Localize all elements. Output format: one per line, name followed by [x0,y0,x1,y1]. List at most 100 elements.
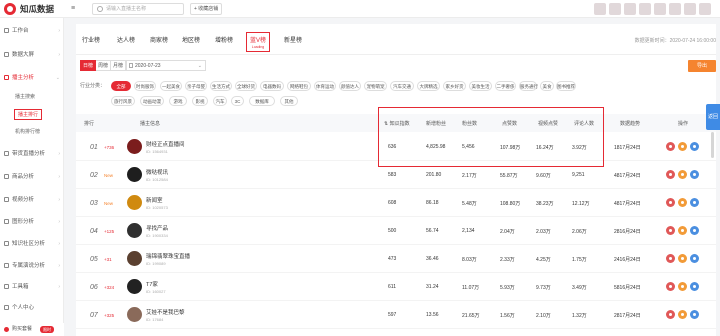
sidebar-item-video-analysis[interactable]: 视频分析 › [0,193,64,207]
favorite-icon[interactable] [666,310,675,319]
avatar[interactable] [127,195,142,210]
category-chip[interactable]: 体育运动 [314,81,336,91]
sidebar-item-profile[interactable]: 个人中心 [0,301,64,315]
menu-collapse-icon[interactable]: ≡ [71,4,75,13]
trend-cell[interactable]: 2816月24日 [614,228,641,235]
category-chip[interactable]: 网络鞋包 [287,81,311,91]
user-avatar[interactable] [699,3,711,15]
trend-cell[interactable]: 4817月24日 [614,200,641,207]
detail-icon[interactable] [690,226,699,235]
trend-cell[interactable]: 2817月24日 [614,312,641,319]
streamer-name[interactable]: 艾娃不是我巴黎 [146,308,185,316]
period-weekly-button[interactable]: 周榜 [96,60,111,71]
trend-cell[interactable]: 5816月24日 [614,284,641,291]
table-row[interactable]: 03 New 新闻室 ID: 1020573 608 86.18 5.48万 108.80万 3… [76,190,716,217]
category-chip[interactable]: 美妆生活 [469,81,492,91]
table-row[interactable]: 04 +125 寻找产品 ID: 1900334 500 56.74 2,134 2.04万 2… [76,218,716,245]
tab-merchant[interactable]: 商家榜 [150,35,168,44]
category-chip[interactable]: 图书推荐 [556,81,576,91]
user-avatar[interactable] [654,3,666,15]
detail-icon[interactable] [690,282,699,291]
search-input[interactable]: 请输入直播主名称 [92,3,184,15]
category-chip[interactable]: 全球好货 [235,81,257,91]
streamer-name[interactable]: 微哒视讯 [146,168,168,176]
streamer-name[interactable]: 瑞锦翡翠珠宝直播 [146,252,190,260]
avatar[interactable] [127,139,142,154]
tab-industry[interactable]: 行业榜 [82,35,100,44]
category-chip[interactable]: 游戏 [169,96,187,106]
category-chip[interactable]: 汽车交通 [390,81,414,91]
compare-icon[interactable] [678,254,687,263]
avatar[interactable] [127,251,142,266]
sidebar-item-graph-analysis[interactable]: 图形分析 › [0,215,64,229]
category-chip[interactable]: 时尚服饰 [134,81,156,91]
category-chip[interactable]: 亲子母婴 [185,81,207,91]
user-avatar[interactable] [639,3,651,15]
app-logo[interactable]: 知瓜数据 [4,3,54,15]
category-chip[interactable]: 其他 [280,96,298,106]
trend-cell[interactable]: 2416月24日 [614,256,641,263]
category-chip[interactable]: 服务通行 [519,81,538,91]
streamer-name[interactable]: 财经正点直播间 [146,140,185,148]
col-new-followers[interactable]: 新增粉丝 [426,120,446,127]
category-chip[interactable]: 一起美食 [160,81,182,91]
tab-new-star[interactable]: 新星榜 [284,35,302,44]
category-chip[interactable]: 旅行风景 [111,96,135,106]
compare-icon[interactable] [678,310,687,319]
sidebar-item-dashboard[interactable]: 数据大屏 › [0,48,64,62]
avatar[interactable] [127,223,142,238]
user-area[interactable] [594,3,711,15]
category-chip[interactable]: 影视 [192,96,208,106]
tab-influencer[interactable]: 达人榜 [117,35,135,44]
sidebar-item-community-analysis[interactable]: 知识社区分析 › [0,237,64,251]
compare-icon[interactable] [678,142,687,151]
tab-follower-growth[interactable]: 增粉榜 [215,35,233,44]
trend-cell[interactable]: 4817月24日 [614,172,641,179]
detail-icon[interactable] [690,170,699,179]
favorite-icon[interactable] [666,254,675,263]
category-chip[interactable]: 数据库 [249,96,275,106]
avatar[interactable] [127,307,142,322]
sidebar-sub-streamer-ranking[interactable]: 播主排行 [14,109,43,120]
category-chip[interactable]: 大牌精选 [417,81,440,91]
detail-icon[interactable] [690,254,699,263]
user-avatar[interactable] [684,3,696,15]
avatar[interactable] [127,279,142,294]
favorite-icon[interactable] [666,170,675,179]
sidebar-item-product-analysis[interactable]: 商品分析 › [0,170,64,184]
table-row[interactable]: 01 +736 财经正点直播间 ID: 1564931 636 4,825.98 5,456… [76,134,716,161]
detail-icon[interactable] [690,310,699,319]
sidebar-item-streamer-analysis[interactable]: 播主分析 ⌄ [0,71,64,85]
category-chip[interactable]: 生活方式 [210,81,232,91]
category-chip[interactable]: 动画动漫 [140,96,164,106]
back-to-top-tab[interactable]: 返回 [706,104,720,130]
col-video-likes[interactable]: 视频点赞 [538,120,558,127]
export-button[interactable]: 导出 [688,60,716,72]
sidebar-sub-streamer-search[interactable]: 播主搜索 [15,92,35,102]
favorite-icon[interactable] [666,226,675,235]
category-chip[interactable]: 电器数码 [260,81,284,91]
table-row[interactable]: 05 +31 瑞锦翡翠珠宝直播 ID: 199089 473 36.46 8.03万 2.33… [76,246,716,273]
favorite-shop-button[interactable]: + 收藏店铺 [190,3,222,15]
streamer-name[interactable]: 寻找产品 [146,224,168,232]
sidebar-item-toolbox[interactable]: 工具箱 › [0,280,64,294]
table-row[interactable]: 06 +324 T7家 ID: 160027 611 31.24 11.07万 5.93万 9.… [76,274,716,301]
favorite-icon[interactable] [666,142,675,151]
col-commenters[interactable]: 评论人数 [574,120,594,127]
favorite-icon[interactable] [666,282,675,291]
tab-region[interactable]: 地区榜 [182,35,200,44]
user-avatar[interactable] [609,3,621,15]
date-picker[interactable]: 2020-07-23 ⌄ [126,60,206,71]
user-avatar[interactable] [594,3,606,15]
period-daily-button[interactable]: 日榜 [80,60,96,71]
category-chip[interactable]: 宠物萌宠 [364,81,387,91]
sidebar-item-speech-analysis[interactable]: 专属演说分析 › [0,259,64,273]
sidebar-item-live-analysis[interactable]: 带货直播分析 › [0,147,64,161]
tab-blue-v[interactable]: 蓝V榜 Loading [246,32,271,52]
category-chip[interactable]: 二手奢侈 [495,81,516,91]
category-chip[interactable]: 家乡好货 [443,81,466,91]
table-row[interactable]: 07 +325 艾娃不是我巴黎 ID: 17684 597 13.56 21.65万 1.56… [76,302,716,329]
detail-icon[interactable] [690,142,699,151]
category-chip[interactable]: 汽车 [213,96,227,106]
compare-icon[interactable] [678,198,687,207]
